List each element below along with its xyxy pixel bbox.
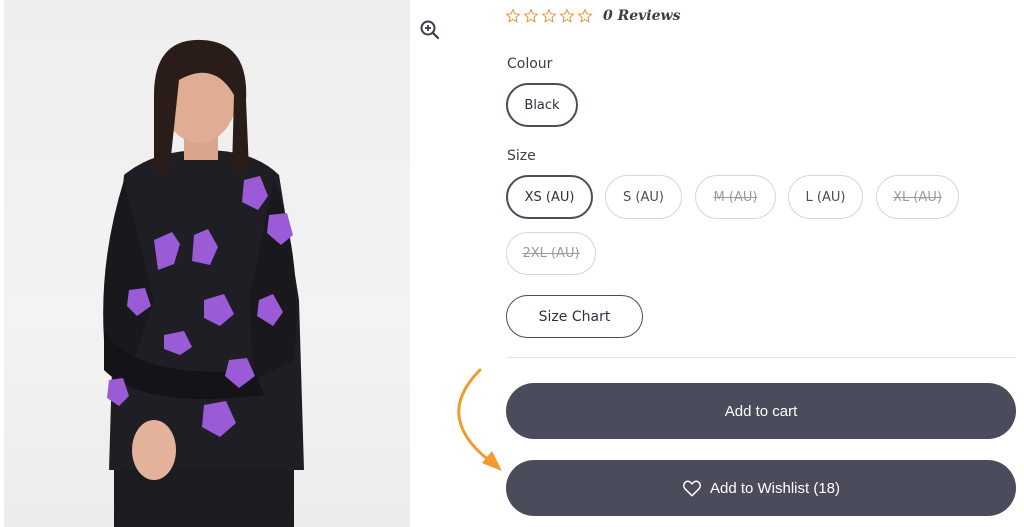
zoom-in-icon[interactable] (418, 18, 442, 42)
product-image[interactable] (4, 0, 410, 527)
size-option-xs[interactable]: XS (AU) (506, 175, 593, 219)
colour-label: Colour (507, 56, 553, 72)
star-outline-icon (577, 8, 593, 23)
reviews-count-link[interactable]: 0 Reviews (603, 8, 680, 24)
divider (507, 357, 1016, 358)
star-rating (505, 8, 593, 24)
colour-option-black[interactable]: Black (506, 83, 578, 127)
size-option-s[interactable]: S (AU) (605, 175, 682, 219)
add-to-wishlist-label: Add to Wishlist (18) (709, 479, 841, 497)
star-outline-icon (541, 8, 557, 23)
star-outline-icon (505, 8, 521, 23)
size-label: Size (507, 148, 536, 164)
size-option-l[interactable]: L (AU) (788, 175, 863, 219)
size-option-xl-unavailable[interactable]: XL (AU) (876, 175, 959, 219)
add-to-wishlist-button[interactable]: Add to Wishlist (18) (506, 460, 1016, 516)
size-chart-button[interactable]: Size Chart (506, 295, 643, 338)
size-option-m-unavailable[interactable]: M (AU) (695, 175, 776, 219)
size-option-2xl-unavailable[interactable]: 2XL (AU) (506, 232, 596, 275)
star-outline-icon (523, 8, 539, 23)
star-outline-icon (559, 8, 575, 23)
add-to-cart-label: Add to cart (724, 402, 798, 420)
heart-icon (682, 480, 701, 497)
annotation-arrow (457, 368, 502, 471)
product-photo-illustration (103, 39, 304, 527)
add-to-cart-button[interactable]: Add to cart (506, 383, 1016, 439)
product-rating: 0 Reviews (505, 8, 680, 24)
